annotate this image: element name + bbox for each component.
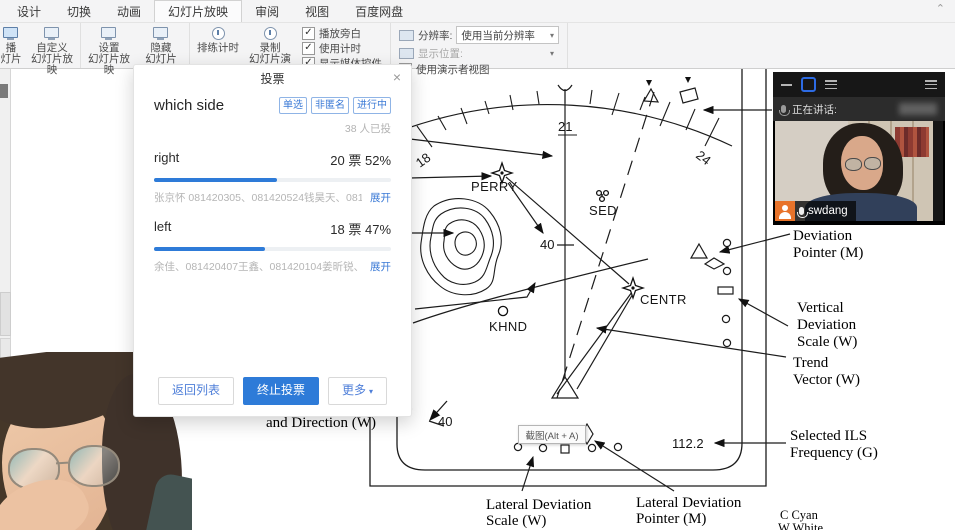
ribbon: 设计 切换 动画 幻灯片放映 审阅 视图 百度网盘 ⌃ 播 灯片 自定义 幻灯片… [0, 0, 955, 69]
tab-design[interactable]: 设计 [4, 0, 54, 22]
close-icon[interactable]: × [393, 69, 401, 85]
webcam-video: swdang [775, 121, 943, 221]
poll-header: 投票 × [134, 65, 411, 91]
tab-baidu-netdisk[interactable]: 百度网盘 [342, 0, 416, 22]
tab-slideshow[interactable]: 幻灯片放映 [154, 0, 242, 22]
progress-bar [154, 247, 391, 251]
poll-dialog: 投票 × which side 单选 非匿名 进行中 38 人已投 right … [133, 64, 412, 417]
poll-question: which side [154, 97, 224, 114]
rehearse-timings-button[interactable]: 排练计时 [192, 23, 244, 68]
presenter-view-row[interactable]: 使用演示者视图 [399, 62, 559, 77]
video-call-titlebar [773, 72, 945, 97]
glasses-lens [68, 445, 120, 487]
poll-option-row: right 20 票 52% [154, 150, 391, 169]
setup-slideshow-button[interactable]: 设置 幻灯片放映 [83, 23, 135, 68]
chevron-down-icon: ▾ [550, 49, 554, 58]
show-options-checkboxes: ✓ 播放旁白 ✓ 使用计时 ✓ 显示媒体控件 [296, 23, 388, 68]
option-label: left [154, 219, 171, 238]
tag-in-progress: 进行中 [353, 97, 391, 114]
group-timing: 排练计时 录制 幻灯片演示 ✓ 播放旁白 ✓ 使用计时 [190, 23, 391, 68]
custom-slideshow-button[interactable]: 自定义 幻灯片放映 [26, 23, 78, 68]
option-votes: 20 票 52% [330, 150, 391, 169]
panel-fragment [0, 84, 8, 98]
ribbon-toolbar: 播 灯片 自定义 幻灯片放映 设置 幻灯片放映 隐藏 幻灯 [0, 23, 955, 68]
participant-name-bar: swdang [775, 201, 856, 221]
video-call-window: 正在讲话: swdang [773, 72, 945, 225]
speaking-label: 正在讲话: [792, 102, 837, 117]
tag-non-anonymous: 非匿名 [311, 97, 349, 114]
participant-name: swdang [808, 205, 848, 217]
progress-fill [154, 247, 265, 251]
record-slideshow-button[interactable]: 录制 幻灯片演示 [244, 23, 296, 68]
tab-transition[interactable]: 切换 [54, 0, 104, 22]
ribbon-collapse-icon[interactable]: ⌃ [936, 2, 945, 15]
poll-footer: 返回列表 终止投票 更多▾ [134, 377, 411, 405]
more-button[interactable]: 更多▾ [328, 377, 387, 405]
voters-list: 张京怀 081420305、081420524钱昊天、081420503雷... [154, 190, 362, 205]
tab-review[interactable]: 审阅 [242, 0, 292, 22]
glasses-lens [864, 157, 881, 170]
setup-slideshow-icon [99, 26, 119, 42]
group-monitors: 分辨率: 使用当前分辨率 ▾ 显示位置: ▾ [391, 23, 568, 68]
tab-animation[interactable]: 动画 [104, 0, 154, 22]
custom-slideshow-icon [42, 26, 62, 42]
poll-tags: 单选 非匿名 进行中 [279, 97, 391, 114]
chevron-down-icon: ▾ [550, 31, 554, 40]
play-narration-checkbox[interactable]: ✓ [302, 27, 315, 40]
hide-slide-button[interactable]: 隐藏 幻灯片 [135, 23, 187, 68]
progress-fill [154, 178, 277, 182]
ribbon-tabs: 设计 切换 动画 幻灯片放映 审阅 视图 百度网盘 ⌃ [0, 0, 955, 23]
tab-view[interactable]: 视图 [292, 0, 342, 22]
screen: 18 21 24 [0, 0, 955, 530]
play-slideshow-icon [1, 26, 21, 42]
end-poll-button[interactable]: 终止投票 [243, 377, 319, 405]
poll-body: which side 单选 非匿名 进行中 38 人已投 right 20 票 … [134, 91, 411, 274]
option-votes: 18 票 47% [330, 219, 391, 238]
group-setup: 设置 幻灯片放映 隐藏 幻灯片 [81, 23, 190, 68]
resolution-icon [399, 30, 414, 41]
show-position-icon [399, 48, 414, 59]
microphone-icon [781, 105, 786, 113]
microphone-icon [799, 207, 804, 215]
expand-link[interactable]: 展开 [370, 190, 391, 205]
back-to-list-button[interactable]: 返回列表 [158, 377, 234, 405]
thumbnail-fragment[interactable] [0, 292, 11, 336]
poll-title: 投票 [260, 70, 284, 87]
minimize-icon[interactable] [781, 84, 792, 86]
expand-link[interactable]: 展开 [370, 259, 391, 274]
list-view-icon[interactable] [825, 80, 837, 89]
hide-slide-icon [151, 26, 171, 42]
resolution-dropdown[interactable]: 使用当前分辨率 ▾ [456, 26, 559, 44]
chevron-down-icon: ▾ [369, 387, 373, 396]
speaking-bar: 正在讲话: [773, 97, 945, 121]
collapse-panel-icon[interactable] [925, 80, 937, 89]
progress-bar [154, 178, 391, 182]
play-slideshow-button[interactable]: 播 灯片 [0, 23, 26, 68]
group-start-show: 播 灯片 自定义 幻灯片放映 [0, 23, 81, 68]
gallery-view-icon[interactable] [801, 77, 816, 92]
voted-count: 38 人已投 [154, 121, 391, 136]
show-position-row: 显示位置: ▾ [399, 44, 559, 62]
poll-option-row: left 18 票 47% [154, 219, 391, 238]
speaker-names-blurred [899, 103, 937, 115]
screenshot-tooltip: 截图(Alt + A) [518, 425, 586, 444]
use-timings-checkbox[interactable]: ✓ [302, 42, 315, 55]
voters-list: 余佳、081420407王鑫、081420104姜昕锐、08142032... [154, 259, 362, 274]
avatar-icon [775, 201, 795, 221]
tag-single-choice: 单选 [279, 97, 307, 114]
show-position-dropdown: ▾ [467, 44, 559, 62]
video-edge [933, 121, 943, 221]
record-slideshow-icon [260, 26, 280, 42]
rehearse-timings-icon [208, 26, 228, 42]
resolution-row: 分辨率: 使用当前分辨率 ▾ [399, 26, 559, 44]
monitor-options: 分辨率: 使用当前分辨率 ▾ 显示位置: ▾ [393, 23, 565, 68]
play-narration-row[interactable]: ✓ 播放旁白 [302, 26, 382, 41]
glasses-lens [845, 158, 862, 171]
use-timings-row[interactable]: ✓ 使用计时 [302, 41, 382, 56]
option-label: right [154, 150, 179, 169]
